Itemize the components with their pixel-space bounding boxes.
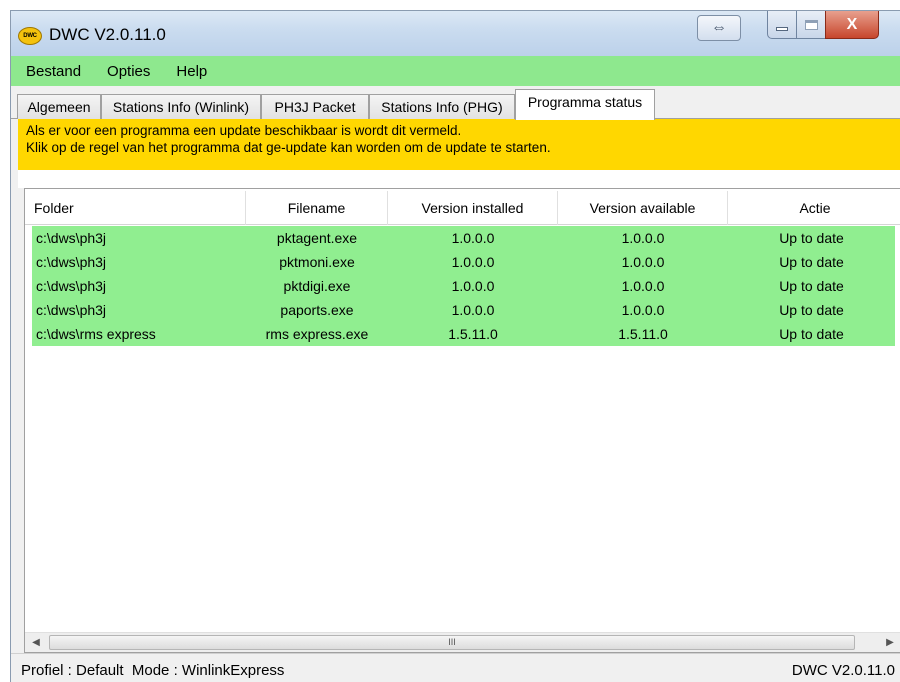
minimize-icon [776,26,788,31]
status-profile-mode: Profiel : Default Mode : WinlinkExpress [21,662,285,679]
cell-version-installed: 1.5.11.0 [448,326,498,342]
cell-version-installed: 1.0.0.0 [451,278,495,294]
cell-filename: pktdigi.exe [283,278,351,294]
table-row[interactable]: c:\dws\rms express rms express.exe 1.5.11.… [32,322,895,346]
tab-algemeen[interactable]: Algemeen [17,94,101,119]
cell-version-available: 1.0.0.0 [621,254,665,270]
spacer [18,170,900,188]
cell-actie: Up to date [779,230,844,246]
cell-actie: Up to date [779,302,844,318]
resize-horizontal-icon: ⇔ [711,19,727,36]
menu-help[interactable]: Help [176,63,207,80]
table-row[interactable]: c:\dws\ph3j pktdigi.exe 1.0.0.0 1.0.0.0 Up t… [32,274,895,298]
cell-filename: pktmoni.exe [279,254,355,270]
program-status-table: Folder Filename Version installed Versio… [24,188,900,653]
minimize-button[interactable] [767,11,797,39]
cell-version-available: 1.0.0.0 [621,230,665,246]
tab-programma-status[interactable]: Programma status [515,89,655,120]
snap-button[interactable]: ⇔ [697,15,741,41]
title-bar[interactable]: DWC DWC V2.0.11.0 ⇔ X [11,11,900,56]
cell-filename: paports.exe [280,302,354,318]
table-row[interactable]: c:\dws\ph3j pktagent.exe 1.0.0.0 1.0.0.0 Up … [32,226,895,250]
menu-bar: Bestand Opties Help [11,56,900,86]
cell-version-available: 1.0.0.0 [621,278,665,294]
close-button[interactable]: X [825,11,879,39]
cell-actie: Up to date [779,278,844,294]
maximize-button[interactable] [796,11,826,39]
info-line-1: Als er voor een programma een update bes… [26,123,462,138]
cell-actie: Up to date [779,254,844,270]
info-panel: Als er voor een programma een update bes… [18,119,900,170]
tab-stations-info-winlink[interactable]: Stations Info (Winlink) [101,94,261,119]
cell-version-installed: 1.0.0.0 [451,230,495,246]
column-header-filename[interactable]: Filename [246,191,388,225]
status-version: DWC V2.0.11.0 [791,662,895,679]
cell-version-available: 1.5.11.0 [618,326,668,342]
close-icon: X [846,15,858,33]
cell-actie: Up to date [779,326,844,342]
info-line-2: Klik op de regel van het programma dat g… [26,140,551,155]
cell-version-installed: 1.0.0.0 [451,302,495,318]
maximize-icon [804,19,818,30]
scroll-left-icon[interactable]: ◀ [28,635,44,651]
tab-ph3j-packet[interactable]: PH3J Packet [261,94,369,119]
table-row[interactable]: c:\dws\ph3j pktmoni.exe 1.0.0.0 1.0.0.0 Up t… [32,250,895,274]
menu-opties[interactable]: Opties [107,63,150,80]
table-header: Folder Filename Version installed Versio… [25,191,900,225]
horizontal-scrollbar[interactable]: ◀ III ▶ [25,632,900,652]
cell-version-available: 1.0.0.0 [621,302,665,318]
column-header-folder[interactable]: Folder [25,191,246,225]
cell-filename: pktagent.exe [276,230,358,246]
cell-folder: c:\dws\rms express [36,326,156,342]
cell-folder: c:\dws\ph3j [36,302,107,318]
app-window: DWC DWC V2.0.11.0 ⇔ X Bestand Opties Hel… [10,10,900,682]
cell-version-installed: 1.0.0.0 [451,254,495,270]
tab-stations-info-phg[interactable]: Stations Info (PHG) [369,94,515,119]
menu-bestand[interactable]: Bestand [26,63,81,80]
cell-folder: c:\dws\ph3j [36,254,107,270]
column-header-actie[interactable]: Actie [728,191,900,225]
table-row[interactable]: c:\dws\ph3j paports.exe 1.0.0.0 1.0.0.0 Up t… [32,298,895,322]
cell-folder: c:\dws\ph3j [36,230,107,246]
scrollbar-grip-icon: III [448,637,456,647]
column-header-version-available[interactable]: Version available [558,191,728,225]
scrollbar-thumb[interactable]: III [49,635,855,650]
cell-filename: rms express.exe [265,326,369,342]
cell-folder: c:\dws\ph3j [36,278,107,294]
scroll-right-icon[interactable]: ▶ [882,635,898,651]
status-bar: Profiel : Default Mode : WinlinkExpress … [11,653,900,682]
window-title: DWC V2.0.11.0 [49,25,166,44]
table-body: c:\dws\ph3j pktagent.exe 1.0.0.0 1.0.0.0 Up … [32,226,895,346]
app-logo-icon: DWC [18,27,42,45]
column-header-version-installed[interactable]: Version installed [388,191,558,225]
tab-strip: Algemeen Stations Info (Winlink) PH3J Pa… [11,86,900,120]
